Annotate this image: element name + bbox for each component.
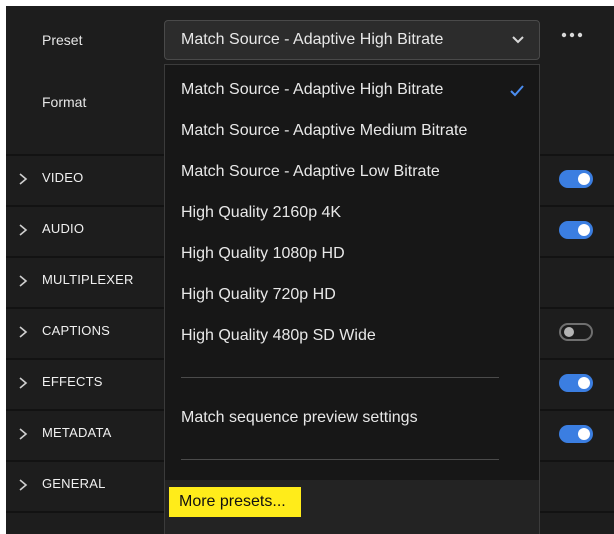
menu-item-adaptive-medium[interactable]: Match Source - Adaptive Medium Bitrate [181,122,467,140]
chevron-right-icon [19,224,28,236]
toggle-knob [578,377,590,389]
chevron-down-icon [512,36,524,44]
preset-dropdown-menu: Match Source - Adaptive High Bitrate Mat… [164,64,540,534]
toggle-knob [564,327,574,337]
menu-divider [181,377,499,378]
preset-dropdown[interactable]: Match Source - Adaptive High Bitrate [164,20,540,60]
more-options-icon[interactable] [559,28,585,42]
export-settings-panel: Preset Format Match Source - Adaptive Hi… [6,6,614,534]
video-toggle[interactable] [559,170,593,188]
metadata-toggle[interactable] [559,425,593,443]
section-general-label: GENERAL [42,476,106,491]
checkmark-icon [510,85,524,97]
toggle-knob [578,173,590,185]
section-captions-label: CAPTIONS [42,323,111,338]
preset-dropdown-value: Match Source - Adaptive High Bitrate [181,31,444,48]
more-presets-link[interactable]: More presets... [169,487,301,517]
format-label: Format [42,94,87,110]
menu-item-adaptive-high[interactable]: Match Source - Adaptive High Bitrate [181,81,443,99]
chevron-right-icon [19,326,28,338]
menu-item-2160p[interactable]: High Quality 2160p 4K [181,204,341,222]
preset-label: Preset [42,32,83,48]
menu-item-1080p[interactable]: High Quality 1080p HD [181,245,345,263]
effects-toggle[interactable] [559,374,593,392]
menu-item-adaptive-low[interactable]: Match Source - Adaptive Low Bitrate [181,163,440,181]
section-metadata-label: METADATA [42,425,112,440]
chevron-right-icon [19,173,28,185]
menu-item-720p[interactable]: High Quality 720p HD [181,286,336,304]
chevron-right-icon [19,377,28,389]
audio-toggle[interactable] [559,221,593,239]
section-video-label: VIDEO [42,170,84,185]
toggle-knob [578,224,590,236]
chevron-right-icon [19,428,28,440]
menu-divider [181,459,499,460]
toggle-knob [578,428,590,440]
menu-item-480p[interactable]: High Quality 480p SD Wide [181,327,376,345]
section-multiplexer-label: MULTIPLEXER [42,272,134,287]
menu-item-match-sequence[interactable]: Match sequence preview settings [181,409,418,427]
section-effects-label: EFFECTS [42,374,103,389]
chevron-right-icon [19,479,28,491]
captions-toggle[interactable] [559,323,593,341]
chevron-right-icon [19,275,28,287]
section-audio-label: AUDIO [42,221,85,236]
